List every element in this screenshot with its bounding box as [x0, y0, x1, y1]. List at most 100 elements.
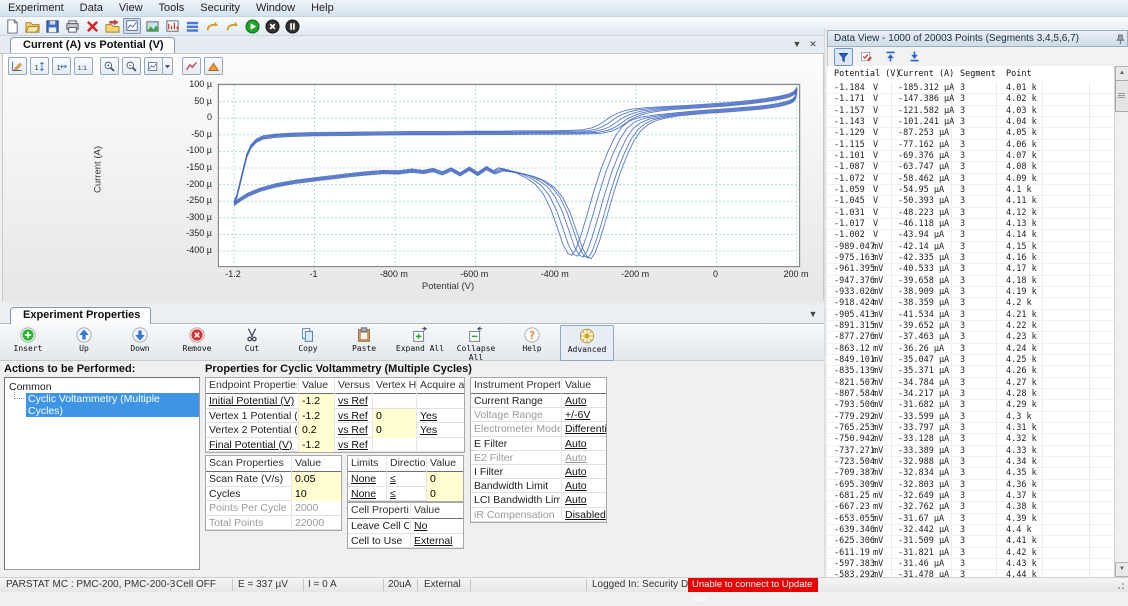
run-icon[interactable]	[243, 18, 261, 34]
property-cell[interactable]: vs Ref	[334, 409, 372, 424]
chart-close-icon[interactable]: ✕	[806, 39, 820, 50]
export-icon[interactable]	[103, 18, 121, 34]
menu-data[interactable]: Data	[72, 1, 111, 15]
pin-icon[interactable]	[1114, 33, 1126, 46]
expand-all-button[interactable]: Expand All	[394, 325, 446, 359]
properties-dropdown-icon[interactable]: ▼	[806, 309, 820, 319]
property-cell[interactable]: vs Ref	[334, 438, 372, 453]
print-icon[interactable]	[63, 18, 81, 34]
scroll-to-top-icon[interactable]	[882, 48, 899, 64]
tab-current-vs-potential[interactable]: Current (A) vs Potential (V)	[10, 37, 175, 54]
edit-points-icon[interactable]	[858, 48, 875, 64]
menu-experiment[interactable]: Experiment	[0, 1, 72, 15]
graph-setup-icon[interactable]	[163, 18, 181, 34]
col-segment[interactable]: Segment	[960, 69, 996, 79]
axis-scale-y-icon[interactable]: 1	[30, 57, 49, 75]
copy-button[interactable]: Copy	[282, 325, 334, 359]
property-cell[interactable]: Auto	[561, 493, 606, 507]
scrollbar-thumb[interactable]	[1115, 80, 1128, 112]
property-cell[interactable]: Auto	[561, 437, 606, 451]
property-cell[interactable]: No	[410, 519, 463, 534]
cv-plot[interactable]	[218, 84, 800, 267]
image-view-icon[interactable]	[143, 18, 161, 34]
save-icon[interactable]	[43, 18, 61, 34]
property-cell[interactable]: Final Potential (V)	[206, 438, 297, 453]
line-style-icon[interactable]	[182, 57, 201, 75]
property-cell[interactable]: vs Ref	[334, 423, 372, 438]
property-cell[interactable]: 0	[372, 409, 416, 424]
property-cell[interactable]: Differential	[561, 422, 606, 436]
up-button[interactable]: Up	[58, 325, 110, 359]
x-tick-label: 0	[686, 269, 746, 279]
axis-one-to-one-icon[interactable]: 1:1	[74, 57, 93, 75]
property-cell[interactable]: 0.05	[291, 472, 341, 487]
property-cell[interactable]: -1.2	[298, 409, 334, 424]
redo-icon[interactable]	[203, 18, 221, 34]
stop-icon[interactable]	[263, 18, 281, 34]
property-cell[interactable]: 0	[426, 487, 463, 502]
property-cell[interactable]: Yes	[416, 423, 464, 438]
scrollbar-up-icon[interactable]: ▲	[1115, 66, 1128, 81]
scrollbar-down-icon[interactable]: ▼	[1115, 562, 1128, 577]
zoom-in-icon[interactable]	[100, 57, 119, 75]
table-row[interactable]: -583.292mV-31.478 µA34.44 k	[827, 569, 1114, 577]
property-cell[interactable]: 0	[426, 472, 463, 487]
open-icon[interactable]	[23, 18, 41, 34]
property-cell[interactable]: Initial Potential (V)	[206, 394, 297, 409]
edit-graph-icon[interactable]	[8, 57, 27, 75]
property-cell[interactable]: External	[410, 534, 463, 549]
new-document-icon[interactable]	[3, 18, 21, 34]
insert-button[interactable]: Insert	[2, 325, 54, 359]
property-cell[interactable]: -1.2	[298, 394, 334, 409]
filter-icon[interactable]	[834, 48, 853, 66]
property-cell[interactable]: None	[348, 472, 385, 487]
property-cell[interactable]: 0	[372, 423, 416, 438]
property-cell[interactable]: ≤	[386, 487, 426, 502]
data-table[interactable]: -1.184V-185.312 µA34.01 k-1.171V-147.386…	[827, 82, 1114, 577]
property-cell[interactable]: Disabled	[561, 508, 606, 522]
property-cell[interactable]: +/-6V	[561, 408, 606, 422]
graph-dropdown-icon[interactable]	[162, 57, 173, 75]
property-cell[interactable]: -1.2	[298, 438, 334, 453]
cut-button[interactable]: Cut	[226, 325, 278, 359]
zoom-out-icon[interactable]	[122, 57, 141, 75]
chart-dropdown-icon[interactable]: ▼	[790, 39, 804, 49]
property-cell[interactable]: Auto	[561, 394, 606, 408]
property-cell[interactable]: 10	[291, 487, 341, 502]
advanced-button[interactable]: Advanced	[560, 325, 614, 361]
tree-node-cyclic-voltammetry[interactable]: Cyclic Voltammetry (Multiple Cycles)	[26, 393, 199, 417]
copy-graph-icon[interactable]	[144, 57, 163, 75]
property-cell[interactable]: vs Ref	[334, 394, 372, 409]
down-button[interactable]: Down	[114, 325, 166, 359]
property-cell[interactable]: 0.2	[298, 423, 334, 438]
data-table-scrollbar[interactable]: ▲ ▼	[1114, 66, 1128, 577]
property-cell[interactable]: ≤	[386, 472, 426, 487]
menu-view[interactable]: View	[111, 1, 151, 15]
menu-security[interactable]: Security	[192, 1, 248, 15]
tab-experiment-properties[interactable]: Experiment Properties	[10, 307, 151, 324]
scroll-to-bottom-icon[interactable]	[906, 48, 923, 64]
peak-analysis-icon[interactable]	[204, 57, 223, 75]
property-cell[interactable]: Auto	[561, 465, 606, 479]
col-current[interactable]: Current (A)	[898, 69, 954, 79]
property-cell[interactable]: None	[348, 487, 385, 502]
data-list-icon[interactable]	[183, 18, 201, 34]
axis-scale-x-icon[interactable]: 1	[52, 57, 71, 75]
update-alert-badge[interactable]: Unable to connect to Update site	[688, 578, 818, 592]
delete-icon[interactable]	[83, 18, 101, 34]
property-cell[interactable]: Auto	[561, 479, 606, 493]
menu-window[interactable]: Window	[248, 1, 303, 15]
pause-icon[interactable]	[283, 18, 301, 34]
remove-button[interactable]: Remove	[171, 325, 223, 359]
col-point[interactable]: Point	[1006, 69, 1032, 79]
paste-button[interactable]: Paste	[338, 325, 390, 359]
property-cell[interactable]: Yes	[416, 409, 464, 424]
redo-2-icon[interactable]	[223, 18, 241, 34]
menu-help[interactable]: Help	[303, 1, 342, 15]
collapse-all-button[interactable]: Collapse All	[450, 325, 502, 359]
help-button[interactable]: ?Help	[506, 325, 558, 359]
menu-tools[interactable]: Tools	[151, 1, 193, 15]
plot-view-icon[interactable]	[123, 18, 141, 34]
data-view-header[interactable]: Data View - 1000 of 20003 Points (Segmen…	[827, 30, 1128, 47]
col-potential[interactable]: Potential (V)	[834, 69, 901, 79]
